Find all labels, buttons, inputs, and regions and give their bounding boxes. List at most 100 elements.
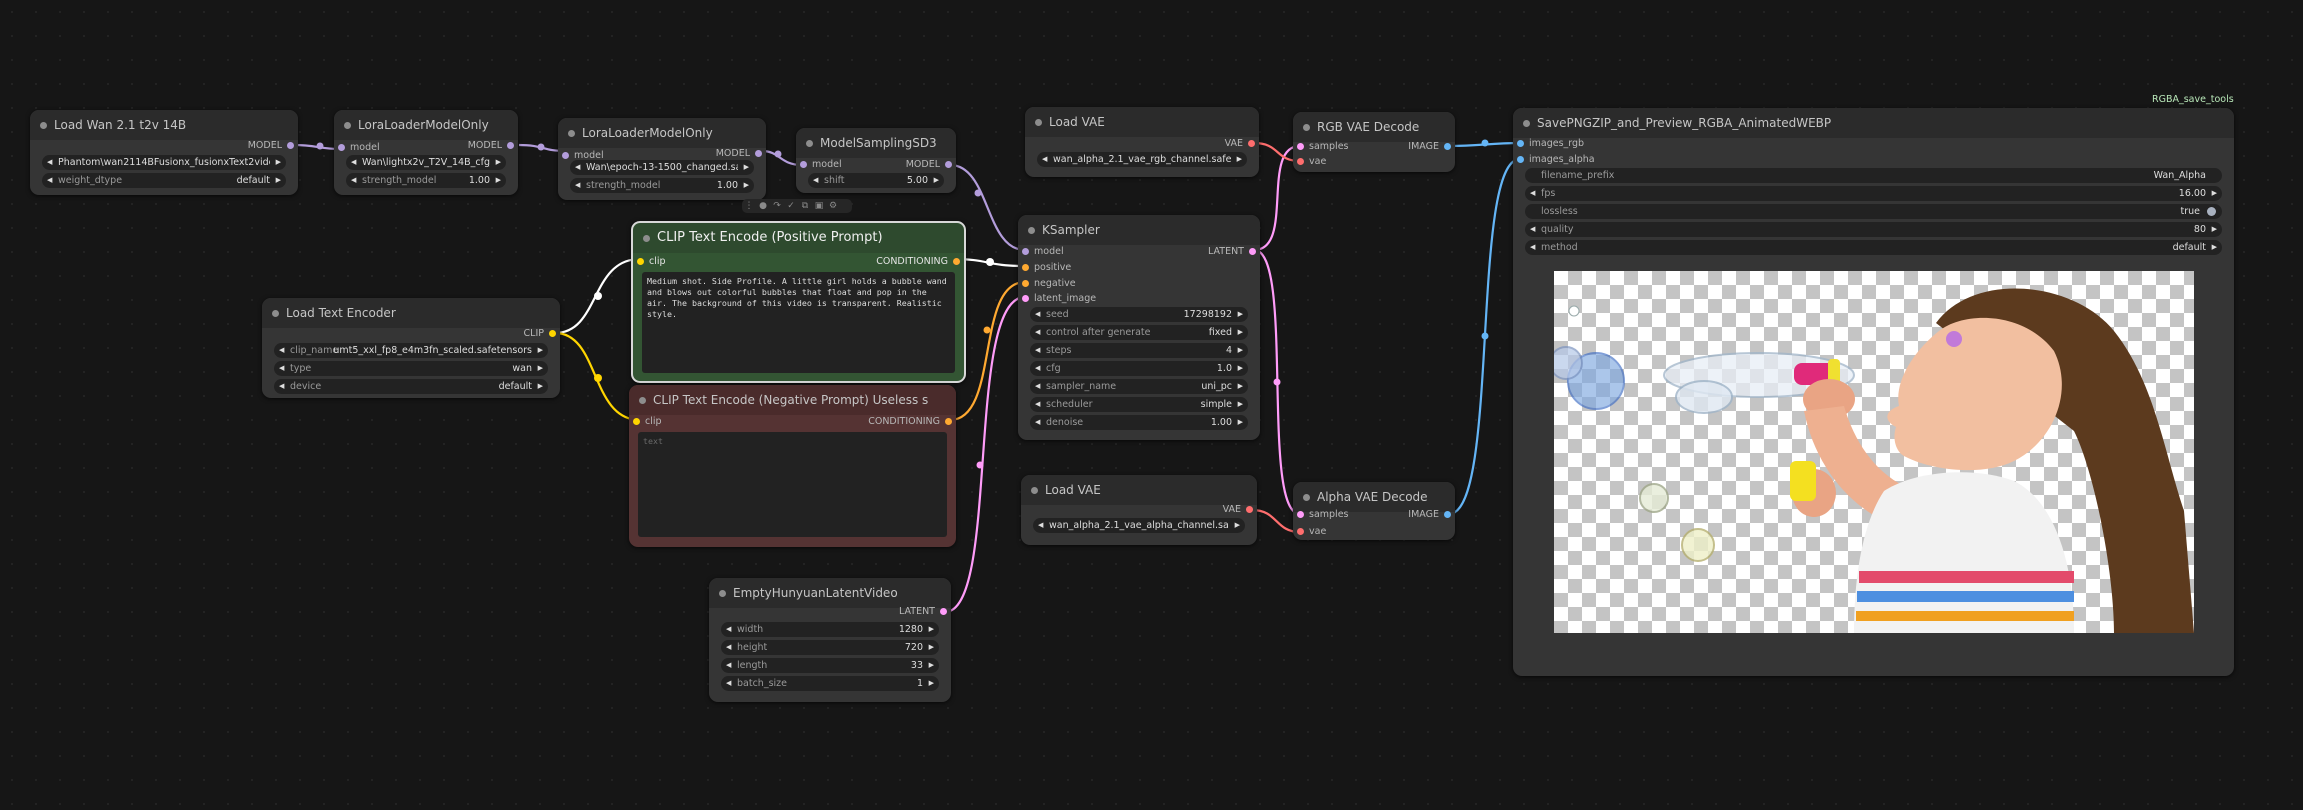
lora-name-widget[interactable]: ◀ Wan\epoch-13-1500_changed.safetensors … — [570, 160, 754, 175]
node-rgb-vae-decode[interactable]: RGB VAE Decode samples vae IMAGE — [1293, 112, 1455, 172]
input-slot-model[interactable] — [1022, 248, 1029, 255]
arrow-right-icon[interactable]: ▶ — [1238, 325, 1243, 340]
filename-prefix-widget[interactable]: filename_prefix Wan_Alpha — [1525, 168, 2222, 183]
arrow-left-icon[interactable]: ◀ — [1035, 343, 1040, 358]
arrow-right-icon[interactable]: ▶ — [744, 178, 749, 193]
lora-name-widget[interactable]: ◀ Wan\lightx2v_T2V_14B_cfg_step_distill_… — [346, 155, 506, 170]
output-slot-clip[interactable] — [549, 330, 556, 337]
arrow-left-icon[interactable]: ◀ — [1035, 361, 1040, 376]
arrow-left-icon[interactable]: ◀ — [1035, 325, 1040, 340]
control-after-generate-widget[interactable]: ◀ control after generate fixed ▶ — [1030, 325, 1248, 340]
node-load-wan[interactable]: Load Wan 2.1 t2v 14B MODEL ◀ Phantom\wan… — [30, 110, 298, 195]
arrow-right-icon[interactable]: ▶ — [2212, 222, 2217, 237]
copy-icon[interactable]: ⧉ — [798, 199, 812, 213]
arrow-right-icon[interactable]: ▶ — [2212, 186, 2217, 201]
input-slot-vae[interactable] — [1297, 528, 1304, 535]
input-slot-images-rgb[interactable] — [1517, 140, 1524, 147]
node-empty-latent-video[interactable]: EmptyHunyuanLatentVideo LATENT ◀ width 1… — [709, 578, 951, 702]
arrow-left-icon[interactable]: ◀ — [575, 178, 580, 193]
output-slot-model[interactable] — [507, 142, 514, 149]
input-slot-samples[interactable] — [1297, 143, 1304, 150]
shift-widget[interactable]: ◀ shift 5.00 ▶ — [808, 173, 944, 188]
sampler-name-widget[interactable]: ◀ sampler_name uni_pc ▶ — [1030, 379, 1248, 394]
arrow-right-icon[interactable]: ▶ — [1235, 518, 1240, 533]
method-widget[interactable]: ◀ method default ▶ — [1525, 240, 2222, 255]
prompt-textarea[interactable]: Medium shot. Side Profile. A little girl… — [642, 272, 955, 373]
arrow-left-icon[interactable]: ◀ — [1035, 415, 1040, 430]
node-load-vae-alpha[interactable]: Load VAE VAE ◀ wan_alpha_2.1_vae_alpha_c… — [1021, 475, 1257, 545]
node-clip-negative[interactable]: CLIP Text Encode (Negative Prompt) Usele… — [629, 385, 956, 547]
delete-icon[interactable]: ▣ — [812, 199, 826, 213]
arrow-right-icon[interactable]: ▶ — [929, 676, 934, 691]
arrow-right-icon[interactable]: ▶ — [496, 173, 501, 188]
arrow-right-icon[interactable]: ▶ — [744, 160, 749, 175]
pin-icon[interactable]: ✓ — [784, 199, 798, 213]
node-load-vae-rgb[interactable]: Load VAE VAE ◀ wan_alpha_2.1_vae_rgb_cha… — [1025, 107, 1259, 177]
arrow-right-icon[interactable]: ▶ — [1238, 361, 1243, 376]
arrow-left-icon[interactable]: ◀ — [575, 160, 580, 175]
arrow-left-icon[interactable]: ◀ — [726, 640, 731, 655]
output-slot-model[interactable] — [945, 161, 952, 168]
output-slot-image[interactable] — [1444, 511, 1451, 518]
node-ksampler[interactable]: KSampler model positive negative latent_… — [1018, 215, 1260, 440]
arrow-left-icon[interactable]: ◀ — [1530, 186, 1535, 201]
clip-name-widget[interactable]: ◀ clip_name umt5_xxl_fp8_e4m3fn_scaled.s… — [274, 343, 548, 358]
bypass-icon[interactable]: ↷ — [770, 199, 784, 213]
arrow-right-icon[interactable]: ▶ — [1237, 152, 1242, 167]
arrow-left-icon[interactable]: ◀ — [726, 658, 731, 673]
input-slot-images-alpha[interactable] — [1517, 156, 1524, 163]
lossless-toggle[interactable]: lossless true — [1525, 204, 2222, 219]
arrow-left-icon[interactable]: ◀ — [279, 361, 284, 376]
arrow-left-icon[interactable]: ◀ — [1035, 379, 1040, 394]
node-load-text-encoder[interactable]: Load Text Encoder CLIP ◀ clip_name umt5_… — [262, 298, 560, 398]
input-slot-positive[interactable] — [1022, 264, 1029, 271]
node-save-png-zip[interactable]: SavePNGZIP_and_Preview_RGBA_AnimatedWEBP… — [1513, 108, 2234, 676]
steps-widget[interactable]: ◀ steps 4 ▶ — [1030, 343, 1248, 358]
arrow-right-icon[interactable]: ▶ — [929, 640, 934, 655]
width-widget[interactable]: ◀ width 1280 ▶ — [721, 622, 939, 637]
arrow-right-icon[interactable]: ▶ — [538, 361, 543, 376]
arrow-right-icon[interactable]: ▶ — [929, 622, 934, 637]
fps-widget[interactable]: ◀ fps 16.00 ▶ — [1525, 186, 2222, 201]
weight-dtype-widget[interactable]: ◀ weight_dtype default ▶ — [42, 173, 286, 188]
color-icon[interactable]: ● — [756, 199, 770, 213]
input-slot-latent-image[interactable] — [1022, 295, 1029, 302]
strength-model-widget[interactable]: ◀ strength_model 1.00 ▶ — [346, 173, 506, 188]
toggle-knob-icon[interactable] — [2207, 207, 2216, 216]
arrow-right-icon[interactable]: ▶ — [934, 173, 939, 188]
node-alpha-vae-decode[interactable]: Alpha VAE Decode samples vae IMAGE — [1293, 482, 1455, 540]
node-lora-2[interactable]: LoraLoaderModelOnly model MODEL ◀ Wan\ep… — [558, 118, 766, 200]
arrow-right-icon[interactable]: ▶ — [929, 658, 934, 673]
height-widget[interactable]: ◀ height 720 ▶ — [721, 640, 939, 655]
arrow-right-icon[interactable]: ▶ — [1238, 343, 1243, 358]
quality-widget[interactable]: ◀ quality 80 ▶ — [1525, 222, 2222, 237]
arrow-left-icon[interactable]: ◀ — [1530, 222, 1535, 237]
vae-name-widget[interactable]: ◀ wan_alpha_2.1_vae_alpha_channel.safete… — [1033, 518, 1245, 533]
arrow-right-icon[interactable]: ▶ — [1238, 397, 1243, 412]
input-slot-samples[interactable] — [1297, 511, 1304, 518]
arrow-left-icon[interactable]: ◀ — [813, 173, 818, 188]
ckpt-name-widget[interactable]: ◀ Phantom\wan2114BFusionx_fusionxText2vi… — [42, 155, 286, 170]
arrow-left-icon[interactable]: ◀ — [726, 676, 731, 691]
arrow-right-icon[interactable]: ▶ — [1238, 415, 1243, 430]
batch-size-widget[interactable]: ◀ batch_size 1 ▶ — [721, 676, 939, 691]
output-slot-conditioning[interactable] — [953, 258, 960, 265]
arrow-right-icon[interactable]: ▶ — [538, 343, 543, 358]
vae-name-widget[interactable]: ◀ wan_alpha_2.1_vae_rgb_channel.safetens… — [1037, 152, 1247, 167]
scheduler-widget[interactable]: ◀ scheduler simple ▶ — [1030, 397, 1248, 412]
cfg-widget[interactable]: ◀ cfg 1.0 ▶ — [1030, 361, 1248, 376]
type-widget[interactable]: ◀ type wan ▶ — [274, 361, 548, 376]
input-slot-model[interactable] — [800, 161, 807, 168]
output-slot-model[interactable] — [755, 150, 762, 157]
output-slot-image[interactable] — [1444, 143, 1451, 150]
arrow-left-icon[interactable]: ◀ — [1035, 397, 1040, 412]
node-clip-positive[interactable]: CLIP Text Encode (Positive Prompt) clip … — [631, 221, 966, 383]
arrow-left-icon[interactable]: ◀ — [1042, 152, 1047, 167]
input-slot-model[interactable] — [338, 144, 345, 151]
output-slot-latent[interactable] — [940, 608, 947, 615]
arrow-right-icon[interactable]: ▶ — [538, 379, 543, 394]
arrow-left-icon[interactable]: ◀ — [279, 343, 284, 358]
arrow-right-icon[interactable]: ▶ — [1238, 307, 1243, 322]
output-slot-vae[interactable] — [1246, 506, 1253, 513]
output-slot-vae[interactable] — [1248, 140, 1255, 147]
